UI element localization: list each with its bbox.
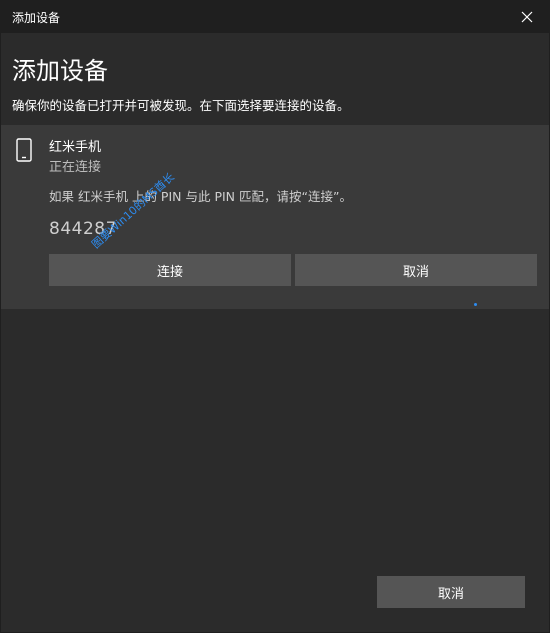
window-title: 添加设备 — [12, 11, 61, 25]
page-subtitle: 确保你的设备已打开并可被发现。在下面选择要连接的设备。 — [12, 98, 350, 113]
cursor-dot — [474, 303, 477, 306]
pin-instruction: 如果 红米手机 上的 PIN 与此 PIN 匹配，请按“连接”。 — [49, 189, 352, 204]
device-status: 正在连接 — [49, 160, 102, 175]
close-icon — [521, 11, 533, 22]
cancel-button[interactable]: 取消 — [377, 576, 525, 608]
connect-button[interactable]: 连接 — [49, 254, 291, 286]
close-button[interactable] — [504, 0, 550, 33]
device-card: 红米手机 正在连接 如果 红米手机 上的 PIN 与此 PIN 匹配，请按“连接… — [1, 125, 549, 309]
cancel-pairing-button[interactable]: 取消 — [295, 254, 537, 286]
dialog-content: 添加设备 确保你的设备已打开并可被发现。在下面选择要连接的设备。 红米手机 正在… — [1, 33, 549, 632]
add-device-window: 添加设备 添加设备 确保你的设备已打开并可被发现。在下面选择要连接的设备。 红米… — [0, 0, 550, 633]
title-bar: 添加设备 — [0, 0, 550, 33]
phone-icon — [16, 138, 32, 166]
device-name: 红米手机 — [49, 140, 102, 155]
page-title: 添加设备 — [12, 57, 108, 85]
